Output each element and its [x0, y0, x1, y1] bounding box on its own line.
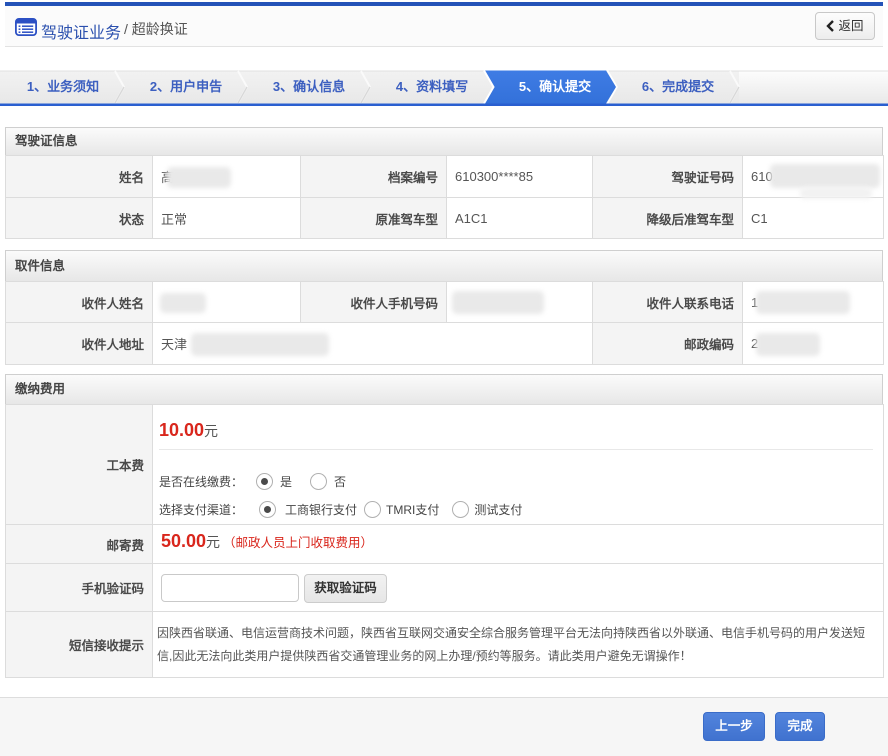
svg-text:1、业务须知: 1、业务须知 — [27, 79, 99, 94]
svg-text:5、确认提交: 5、确认提交 — [519, 79, 591, 94]
svg-text:3、确认信息: 3、确认信息 — [273, 79, 345, 94]
svg-text:4、资料填写: 4、资料填写 — [396, 79, 468, 94]
svg-text:2、用户申告: 2、用户申告 — [150, 79, 222, 94]
svg-text:6、完成提交: 6、完成提交 — [642, 79, 714, 94]
